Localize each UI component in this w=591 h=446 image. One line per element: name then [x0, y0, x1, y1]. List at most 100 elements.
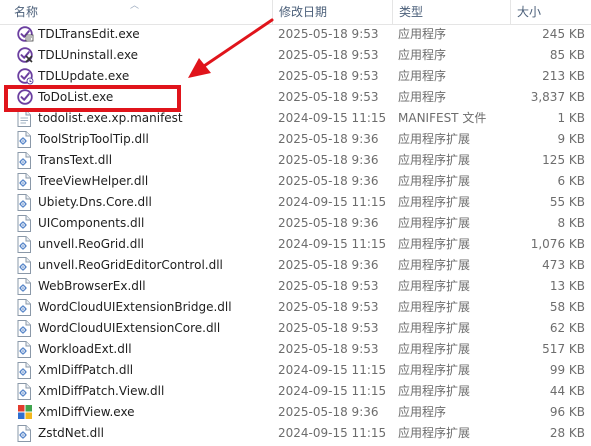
file-size: 99 KB	[549, 363, 585, 377]
file-modified-date: 2025-05-18 9:53	[278, 342, 379, 356]
file-type: 应用程序扩展	[398, 342, 471, 356]
file-size: 62 KB	[549, 321, 585, 335]
dll-file-icon	[17, 215, 34, 232]
file-type: 应用程序扩展	[398, 384, 471, 398]
file-type: 应用程序扩展	[398, 321, 471, 335]
file-row[interactable]: XmlDiffView.exe 2025-05-18 9:36 应用程序 96 KB	[0, 402, 591, 423]
dll-file-icon	[17, 257, 34, 274]
file-modified-date: 2025-05-18 9:36	[278, 216, 379, 230]
file-name: TDLUpdate.exe	[38, 69, 130, 83]
file-modified-date: 2024-09-15 11:15	[278, 195, 387, 209]
dll-file-icon	[17, 152, 34, 169]
file-modified-date: 2025-05-18 9:53	[278, 48, 379, 62]
file-name: TransText.dll	[38, 153, 113, 167]
column-header-type[interactable]: 类型	[392, 0, 510, 24]
file-name: XmlDiffPatch.dll	[38, 363, 134, 377]
file-name: ToDoList.exe	[38, 90, 114, 104]
file-modified-date: 2025-05-18 9:53	[278, 69, 379, 83]
dll-file-icon	[17, 425, 34, 442]
file-modified-date: 2025-05-18 9:53	[278, 27, 379, 41]
file-modified-date: 2025-05-18 9:53	[278, 300, 379, 314]
file-size: 1,076 KB	[530, 237, 585, 251]
column-header-type-label: 类型	[399, 5, 424, 19]
sort-ascending-icon: ︿	[130, 1, 140, 11]
column-header-size[interactable]: 大小	[510, 0, 591, 24]
column-header-size-label: 大小	[517, 5, 542, 19]
manifest-file-icon	[17, 110, 34, 127]
file-size: 1 KB	[557, 111, 585, 125]
file-row[interactable]: unvell.ReoGrid.dll 2024-09-15 11:15 应用程序扩展…	[0, 234, 591, 255]
file-size: 8 KB	[557, 216, 585, 230]
column-header-name[interactable]: 名称	[8, 0, 272, 24]
file-size: 473 KB	[542, 258, 585, 272]
file-size: 517 KB	[542, 342, 585, 356]
file-modified-date: 2024-09-15 11:15	[278, 384, 387, 398]
dll-file-icon	[17, 299, 34, 316]
file-modified-date: 2025-05-18 9:53	[278, 90, 379, 104]
file-type: 应用程序	[398, 27, 447, 41]
file-modified-date: 2025-05-18 9:36	[278, 258, 379, 272]
file-row[interactable]: TDLTransEdit.exe 2025-05-18 9:53 应用程序 245 K…	[0, 24, 591, 45]
file-modified-date: 2025-05-18 9:53	[278, 321, 379, 335]
file-modified-date: 2025-05-18 9:36	[278, 132, 379, 146]
file-row[interactable]: WebBrowserEx.dll 2025-05-18 9:53 应用程序扩展 13 …	[0, 276, 591, 297]
file-modified-date: 2024-09-15 11:15	[278, 426, 387, 440]
file-name: TDLUninstall.exe	[38, 48, 139, 62]
file-row[interactable]: TransText.dll 2025-05-18 9:36 应用程序扩展 125 KB	[0, 150, 591, 171]
file-size: 85 KB	[549, 48, 585, 62]
dll-file-icon	[17, 173, 34, 190]
file-type: 应用程序扩展	[398, 258, 471, 272]
file-type: 应用程序扩展	[398, 426, 471, 440]
column-header: 名称 ︿ 修改日期 类型 大小	[0, 0, 591, 25]
tdl-transedit-icon	[17, 26, 34, 43]
file-type: 应用程序扩展	[398, 300, 471, 314]
dll-file-icon	[17, 131, 34, 148]
column-header-name-label: 名称	[14, 5, 39, 19]
file-row[interactable]: WorkloadExt.dll 2025-05-18 9:53 应用程序扩展 517 …	[0, 339, 591, 360]
file-row[interactable]: XmlDiffPatch.dll 2024-09-15 11:15 应用程序扩展 99…	[0, 360, 591, 381]
dll-file-icon	[17, 320, 34, 337]
file-type: 应用程序扩展	[398, 195, 471, 209]
file-modified-date: 2024-09-15 11:15	[278, 111, 387, 125]
dll-file-icon	[17, 383, 34, 400]
file-size: 58 KB	[549, 300, 585, 314]
file-modified-date: 2025-05-18 9:53	[278, 279, 379, 293]
file-size: 3,837 KB	[530, 90, 585, 104]
file-type: 应用程序扩展	[398, 153, 471, 167]
file-row[interactable]: unvell.ReoGridEditorControl.dll 2025-05-1…	[0, 255, 591, 276]
file-row[interactable]: UIComponents.dll 2025-05-18 9:36 应用程序扩展 8 K…	[0, 213, 591, 234]
file-name: todolist.exe.xp.manifest	[38, 111, 183, 125]
file-type: 应用程序扩展	[398, 279, 471, 293]
file-modified-date: 2025-05-18 9:36	[278, 405, 379, 419]
file-row[interactable]: Ubiety.Dns.Core.dll 2024-09-15 11:15 应用程序扩…	[0, 192, 591, 213]
file-type: 应用程序扩展	[398, 174, 471, 188]
file-modified-date: 2025-05-18 9:36	[278, 174, 379, 188]
todolist-icon	[17, 89, 34, 106]
file-row[interactable]: XmlDiffPatch.View.dll 2024-09-15 11:15 应用程…	[0, 381, 591, 402]
file-row[interactable]: TDLUpdate.exe 2025-05-18 9:53 应用程序 213 KB	[0, 66, 591, 87]
file-size: 13 KB	[549, 279, 585, 293]
file-row[interactable]: TDLUninstall.exe 2025-05-18 9:53 应用程序 85 KB	[0, 45, 591, 66]
file-type: MANIFEST 文件	[398, 111, 487, 125]
file-type: 应用程序扩展	[398, 363, 471, 377]
file-row[interactable]: todolist.exe.xp.manifest 2024-09-15 11:15…	[0, 108, 591, 129]
file-row[interactable]: TreeViewHelper.dll 2025-05-18 9:36 应用程序扩展 6…	[0, 171, 591, 192]
file-type: 应用程序	[398, 48, 447, 62]
file-type: 应用程序扩展	[398, 237, 471, 251]
file-name: TDLTransEdit.exe	[38, 27, 140, 41]
file-name: unvell.ReoGridEditorControl.dll	[38, 258, 223, 272]
file-modified-date: 2024-09-15 11:15	[278, 363, 387, 377]
file-name: Ubiety.Dns.Core.dll	[38, 195, 152, 209]
file-type: 应用程序	[398, 405, 447, 419]
file-row[interactable]: ZstdNet.dll 2024-09-15 11:15 应用程序扩展 28 KB	[0, 423, 591, 444]
file-row[interactable]: ToDoList.exe 2025-05-18 9:53 应用程序 3,837 KB	[0, 87, 591, 108]
file-row[interactable]: WordCloudUIExtensionCore.dll 2025-05-18 9…	[0, 318, 591, 339]
file-name: WordCloudUIExtensionBridge.dll	[38, 300, 232, 314]
column-header-date[interactable]: 修改日期	[272, 0, 392, 24]
file-row[interactable]: ToolStripToolTip.dll 2025-05-18 9:36 应用程序扩…	[0, 129, 591, 150]
column-header-date-label: 修改日期	[279, 5, 328, 19]
file-row[interactable]: WordCloudUIExtensionBridge.dll 2025-05-18…	[0, 297, 591, 318]
file-list: TDLTransEdit.exe 2025-05-18 9:53 应用程序 245 K…	[0, 24, 591, 444]
file-type: 应用程序扩展	[398, 132, 471, 146]
file-type: 应用程序扩展	[398, 216, 471, 230]
